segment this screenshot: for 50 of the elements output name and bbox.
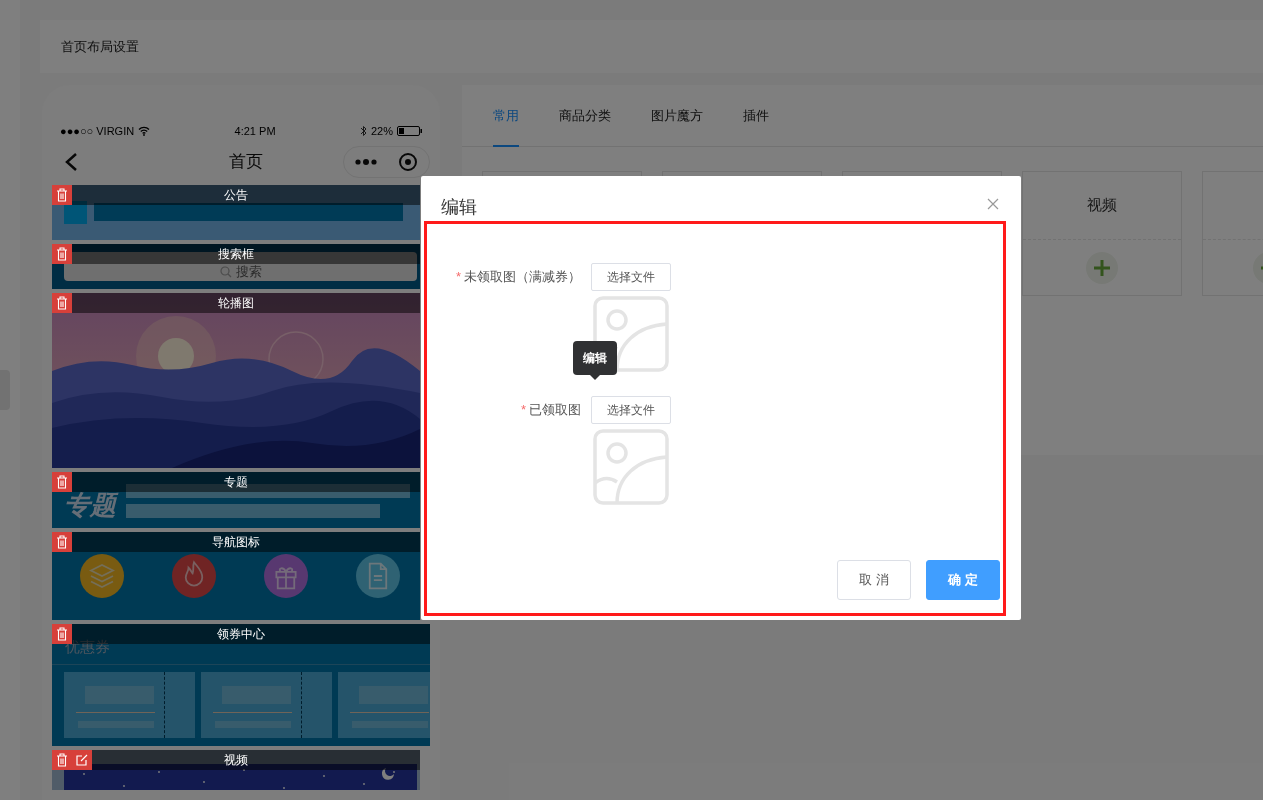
- layers-icon: [80, 554, 124, 598]
- delete-icon[interactable]: [52, 293, 72, 313]
- gift-icon: [264, 554, 308, 598]
- edit-icon[interactable]: [72, 750, 92, 770]
- search-icon: [219, 265, 232, 278]
- search-placeholder: 搜索: [235, 262, 262, 281]
- delete-icon[interactable]: [52, 750, 72, 770]
- required-mark: *: [520, 400, 526, 419]
- carrier-label: ●●●○○ VIRGIN: [60, 123, 135, 139]
- delete-icon[interactable]: [52, 244, 72, 264]
- target-icon[interactable]: [398, 152, 419, 172]
- close-icon[interactable]: [987, 198, 999, 210]
- layout-block[interactable]: 视频: [52, 750, 420, 790]
- block-label: 视频: [224, 752, 248, 768]
- layout-block[interactable]: 导航图标: [52, 532, 420, 620]
- delete-icon[interactable]: [52, 185, 72, 205]
- battery-percent: 22%: [370, 123, 393, 139]
- delete-icon[interactable]: [52, 472, 72, 492]
- tab[interactable]: 图片魔方: [651, 85, 703, 147]
- block-label: 轮播图: [218, 295, 254, 311]
- layout-block[interactable]: 搜索框 搜索: [52, 244, 420, 289]
- dialog-title: 编辑: [441, 196, 477, 218]
- battery-icon: [397, 126, 422, 136]
- field-label: 已领取图: [529, 400, 581, 419]
- card-title: 视频: [1087, 195, 1117, 216]
- nav-title: 首页: [229, 151, 263, 174]
- block-label: 专题: [224, 474, 248, 490]
- block-label: 导航图标: [212, 534, 260, 550]
- block-label: 领券中心: [217, 626, 265, 642]
- tab[interactable]: 商品分类: [559, 85, 611, 147]
- document-icon: [356, 554, 400, 598]
- cancel-button[interactable]: 取 消: [837, 560, 911, 600]
- wifi-icon: [138, 126, 151, 136]
- delete-icon[interactable]: [52, 532, 72, 552]
- bluetooth-icon: [359, 125, 367, 137]
- more-icon[interactable]: [354, 158, 377, 166]
- tooltip: 编辑: [573, 341, 617, 375]
- flame-icon: [172, 554, 216, 598]
- choose-file-button[interactable]: 选择文件: [591, 396, 671, 424]
- clock-time: 4:21 PM: [234, 123, 276, 139]
- layout-block[interactable]: 轮播图: [52, 293, 420, 468]
- tab[interactable]: 插件: [743, 85, 769, 147]
- back-icon[interactable]: [64, 152, 78, 172]
- page-title: 首页布局设置: [61, 37, 139, 56]
- choose-file-button[interactable]: 选择文件: [591, 263, 671, 291]
- field-label: 未领取图（满减券）: [464, 267, 581, 286]
- required-mark: *: [455, 267, 461, 286]
- block-label: 公告: [224, 187, 248, 203]
- layout-block[interactable]: 专题 专题: [52, 472, 420, 528]
- layout-block[interactable]: 公告: [52, 185, 420, 240]
